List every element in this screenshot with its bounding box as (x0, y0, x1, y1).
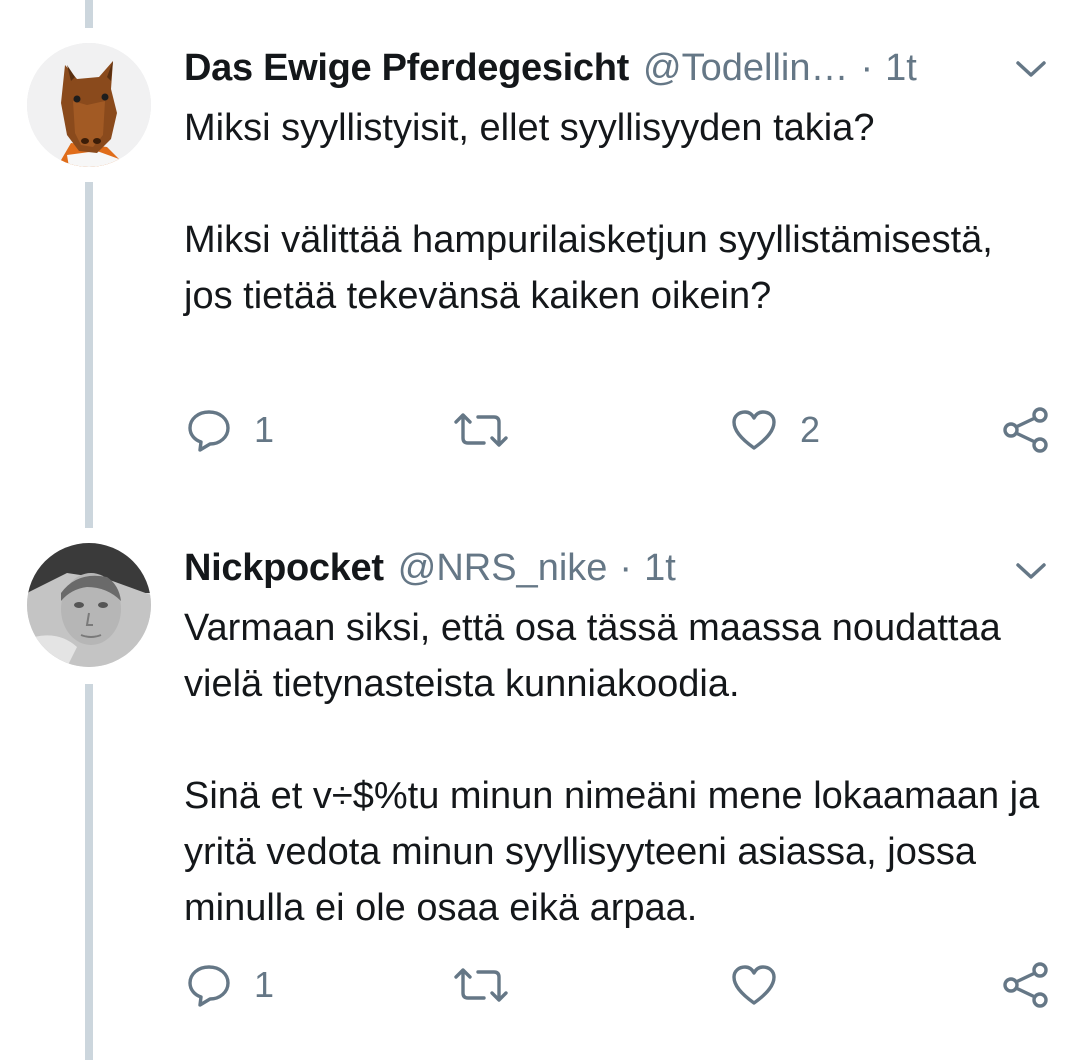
avatar[interactable] (27, 43, 151, 167)
separator-dot: · (860, 46, 874, 89)
chevron-down-icon[interactable] (1013, 557, 1049, 585)
tweet[interactable]: Nickpocket @NRS_nike · 1t Varmaan siksi,… (0, 528, 1080, 1060)
share-button[interactable] (1000, 400, 1052, 460)
user-handle[interactable]: @Todellin… (643, 47, 848, 90)
tweet-paragraph: Varmaan siksi, että osa tässä maassa nou… (184, 607, 1001, 705)
heart-icon (730, 408, 778, 452)
retweet-icon (452, 410, 510, 450)
share-button[interactable] (1000, 955, 1052, 1015)
tweet-actions: 1 2 (0, 400, 1080, 460)
reply-button[interactable]: 1 (186, 400, 274, 460)
separator-dot: · (619, 546, 633, 589)
like-button[interactable] (730, 955, 800, 1015)
tweet-paragraph: Miksi välittää hampurilaisketjun syyllis… (184, 219, 993, 317)
share-icon (1000, 961, 1052, 1009)
reply-count: 1 (254, 409, 275, 450)
tweet-actions: 1 (0, 955, 1080, 1015)
timestamp[interactable]: 1t (885, 47, 917, 90)
tweet-paragraph: Sinä et v÷$%tu minun nimeäni mene lokaam… (184, 775, 1040, 929)
tweet-text: Miksi syyllistyisit, ellet syyllisyyden … (184, 100, 1044, 324)
reply-count: 1 (254, 964, 275, 1005)
tweet-paragraph: Miksi syyllistyisit, ellet syyllisyyden … (184, 107, 875, 149)
retweet-button[interactable] (452, 955, 532, 1015)
reply-icon (186, 963, 232, 1007)
display-name[interactable]: Nickpocket (184, 547, 384, 590)
avatar[interactable] (27, 543, 151, 667)
display-name[interactable]: Das Ewige Pferdegesicht (184, 47, 629, 90)
like-count: 2 (800, 409, 821, 450)
reply-icon (186, 408, 232, 452)
heart-icon (730, 963, 778, 1007)
timestamp[interactable]: 1t (644, 547, 676, 590)
chevron-down-icon[interactable] (1013, 55, 1049, 83)
tweet-header: Nickpocket @NRS_nike · 1t (184, 540, 676, 596)
retweet-icon (452, 965, 510, 1005)
tweet-text: Varmaan siksi, että osa tässä maassa nou… (184, 600, 1044, 936)
tweet[interactable]: Das Ewige Pferdegesicht @Todellin… · 1t … (0, 0, 1080, 528)
retweet-button[interactable] (452, 400, 532, 460)
share-icon (1000, 406, 1052, 454)
tweet-header: Das Ewige Pferdegesicht @Todellin… · 1t (184, 40, 917, 96)
like-button[interactable]: 2 (730, 400, 820, 460)
user-handle[interactable]: @NRS_nike (398, 547, 608, 590)
reply-button[interactable]: 1 (186, 955, 274, 1015)
